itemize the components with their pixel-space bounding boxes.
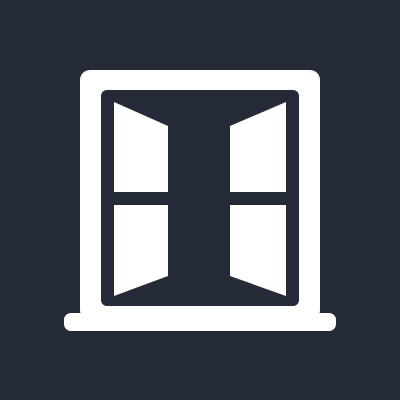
open-window-icon — [0, 0, 400, 400]
window-sill — [64, 313, 336, 331]
icon-canvas — [0, 0, 400, 400]
